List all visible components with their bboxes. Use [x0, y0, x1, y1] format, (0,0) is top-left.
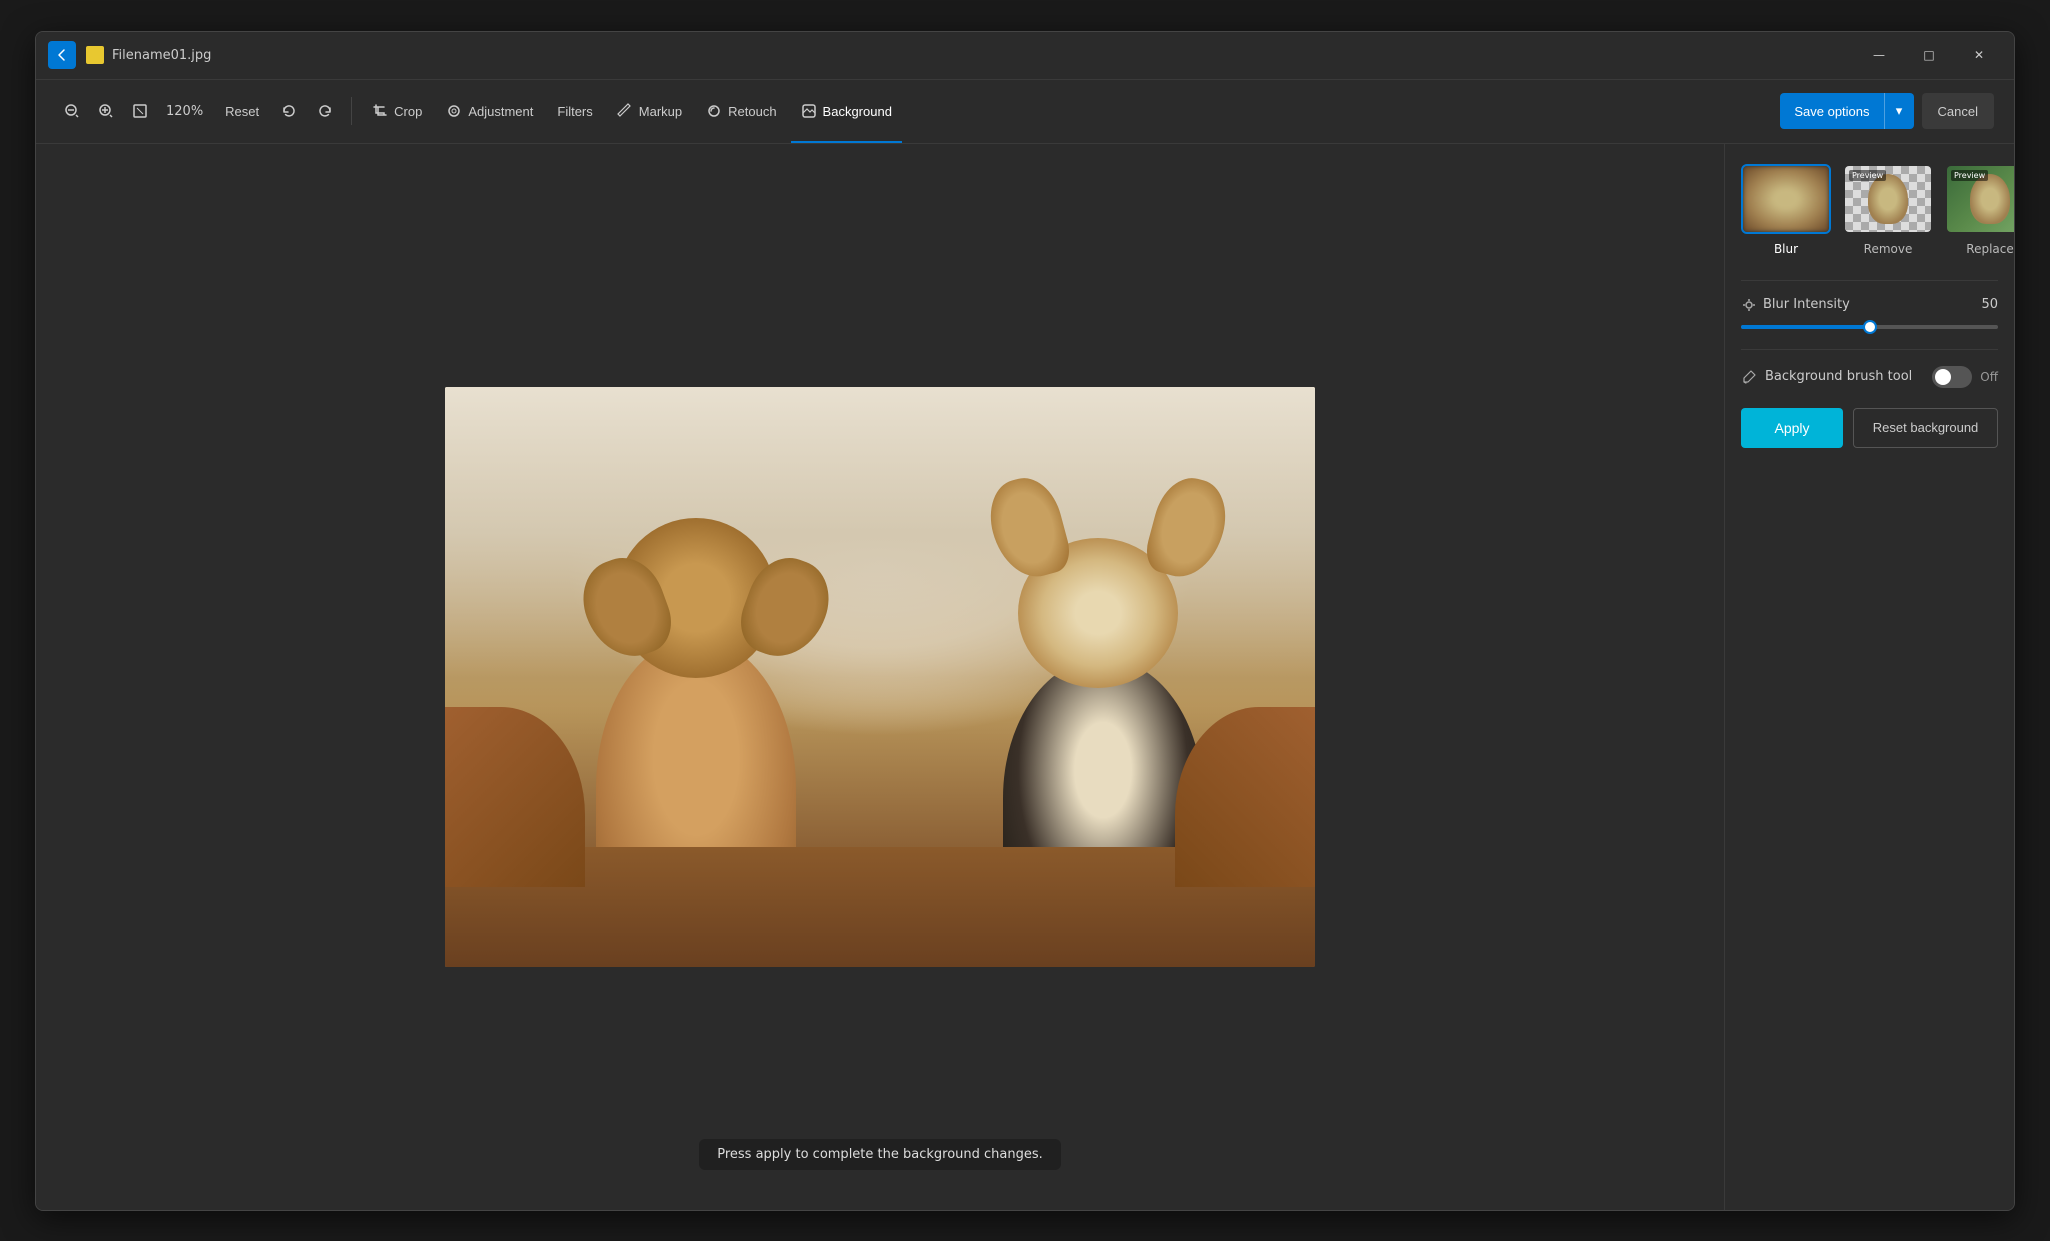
cancel-button[interactable]: Cancel [1922, 93, 1994, 129]
canvas-area: Press apply to complete the background c… [36, 144, 1724, 1210]
main-content: Press apply to complete the background c… [36, 144, 2014, 1210]
replace-label: Replace [1966, 242, 2013, 256]
redo-button[interactable] [309, 93, 341, 129]
save-options-button[interactable]: Save options ▾ [1780, 93, 1913, 129]
markup-tool-button[interactable]: Markup [607, 93, 692, 129]
window-title: Filename01.jpg [112, 48, 1856, 63]
blur-intensity-label: Blur Intensity [1763, 297, 1850, 312]
blur-intensity-value: 50 [1981, 297, 1998, 312]
zoom-in-button[interactable] [90, 93, 122, 129]
brush-toggle[interactable] [1932, 366, 1972, 388]
remove-label: Remove [1864, 242, 1913, 256]
toolbar: 120% Reset Crop Adjustment Filters Marku… [36, 80, 2014, 144]
brush-tool-label: Background brush tool [1765, 369, 1912, 384]
window-controls: — □ ✕ [1856, 39, 2002, 71]
background-options: Blur Preview Remove Preview Re [1741, 164, 1998, 256]
remove-option[interactable]: Preview Remove [1843, 164, 1933, 256]
status-message: Press apply to complete the background c… [717, 1147, 1043, 1162]
panel-divider-1 [1741, 280, 1998, 281]
app-window: Filename01.jpg — □ ✕ 120% Reset [35, 31, 2015, 1211]
action-buttons: Apply Reset background [1741, 408, 1998, 448]
replace-preview-label: Preview [1951, 170, 1988, 181]
blur-intensity-row: Blur Intensity 50 [1741, 297, 1998, 313]
background-tool-button[interactable]: Background [791, 93, 902, 129]
dog-scene [445, 387, 1315, 967]
adjustment-tool-button[interactable]: Adjustment [436, 93, 543, 129]
reset-background-button[interactable]: Reset background [1853, 408, 1998, 448]
panel-divider-2 [1741, 349, 1998, 350]
filters-tool-button[interactable]: Filters [547, 93, 602, 129]
back-button[interactable] [48, 41, 76, 69]
brush-tool-row: Background brush tool Off [1741, 366, 1998, 388]
zoom-level: 120% [158, 104, 211, 119]
brush-icon [1741, 369, 1757, 385]
main-image [445, 387, 1315, 967]
image-container [445, 387, 1315, 967]
crop-tool-button[interactable]: Crop [362, 93, 432, 129]
blur-intensity-label-container: Blur Intensity [1741, 297, 1850, 313]
zoom-out-button[interactable] [56, 93, 88, 129]
slider-thumb[interactable] [1863, 320, 1877, 334]
toggle-knob [1935, 369, 1951, 385]
blur-option[interactable]: Blur [1741, 164, 1831, 256]
retouch-tool-button[interactable]: Retouch [696, 93, 786, 129]
brush-toggle-container: Off [1932, 366, 1998, 388]
blur-thumbnail[interactable] [1741, 164, 1831, 234]
titlebar: Filename01.jpg — □ ✕ [36, 32, 2014, 80]
toolbar-right: Save options ▾ Cancel [1780, 93, 1994, 129]
zoom-controls: 120% [56, 93, 211, 129]
right-panel: Blur Preview Remove Preview Re [1724, 144, 2014, 1210]
replace-option[interactable]: Preview Replace [1945, 164, 2014, 256]
toggle-state-label: Off [1980, 370, 1998, 384]
blur-icon [1741, 297, 1757, 313]
save-options-caret[interactable]: ▾ [1884, 93, 1914, 129]
blur-slider[interactable] [1741, 325, 1998, 329]
remove-thumbnail[interactable]: Preview [1843, 164, 1933, 234]
app-icon [86, 46, 104, 64]
toolbar-separator [351, 97, 352, 125]
brush-tool-label-container: Background brush tool [1741, 369, 1912, 385]
replace-thumbnail[interactable]: Preview [1945, 164, 2014, 234]
status-bar: Press apply to complete the background c… [699, 1139, 1061, 1170]
minimize-button[interactable]: — [1856, 39, 1902, 71]
save-options-label: Save options [1780, 93, 1883, 129]
blur-label: Blur [1774, 242, 1798, 256]
slider-fill [1741, 325, 1870, 329]
reset-button[interactable]: Reset [215, 93, 269, 129]
close-button[interactable]: ✕ [1956, 39, 2002, 71]
remove-preview-label: Preview [1849, 170, 1886, 181]
apply-button[interactable]: Apply [1741, 408, 1843, 448]
zoom-fit-button[interactable] [124, 93, 156, 129]
maximize-button[interactable]: □ [1906, 39, 1952, 71]
undo-button[interactable] [273, 93, 305, 129]
